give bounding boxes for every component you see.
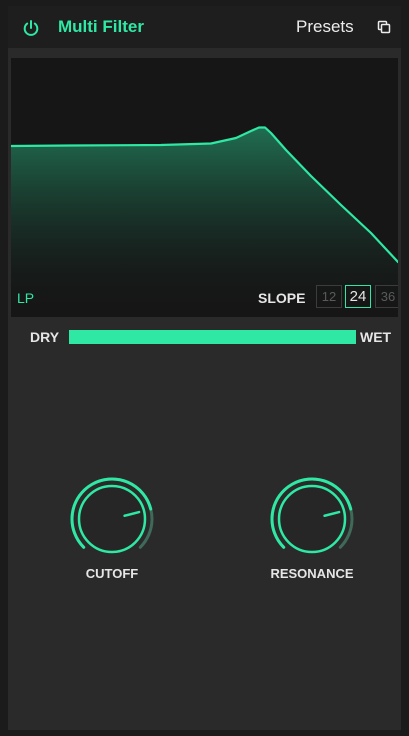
header-separator [8,48,401,58]
knob-body [277,484,347,554]
slope-option-24[interactable]: 24 [345,285,371,308]
filter-mode-label[interactable]: LP [17,290,34,306]
slope-option-36[interactable]: 36 [375,285,398,308]
plugin-title: Multi Filter [58,17,144,36]
filter-curve [11,126,398,317]
power-icon[interactable] [22,19,40,37]
dry-wet-slider[interactable] [69,330,356,344]
presets-button[interactable]: Presets [296,17,354,37]
dry-wet-slider-fill [69,330,356,344]
multi-filter-plugin: Multi Filter Presets LP SLOPE 12 24 36 D… [8,6,401,730]
dry-wet-mix-row: DRY WET [8,326,401,350]
header-bar: Multi Filter Presets [8,6,401,48]
knob-body [77,484,147,554]
filter-response-display[interactable]: LP SLOPE 12 24 36 [11,58,398,317]
wet-label: WET [360,329,392,345]
slope-option-12[interactable]: 12 [316,285,342,308]
cutoff-label: CUTOFF [85,566,139,581]
dry-label: DRY [30,329,60,345]
resonance-knob[interactable] [267,474,357,564]
copy-icon[interactable] [377,20,391,34]
slope-label: SLOPE [258,290,306,306]
cutoff-knob[interactable] [67,474,157,564]
resonance-label: RESONANCE [270,566,354,581]
